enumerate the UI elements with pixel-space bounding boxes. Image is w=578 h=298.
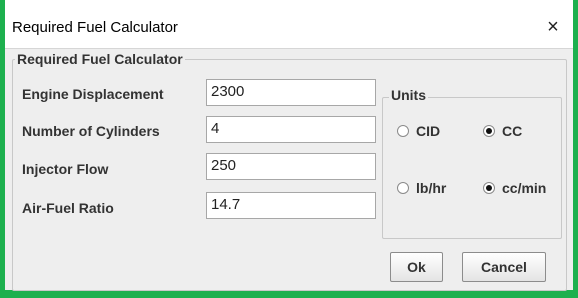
frame-top (0, 0, 578, 8)
fuel-calculator-group-title: Required Fuel Calculator (15, 51, 185, 67)
cid-label: CID (416, 123, 441, 139)
number-of-cylinders-label: Number of Cylinders (22, 123, 160, 139)
lbhr-radio-icon (397, 182, 409, 194)
cc-label: CC (502, 123, 523, 139)
cancel-button[interactable]: Cancel (462, 252, 546, 282)
ok-button[interactable]: Ok (390, 252, 443, 282)
ccmin-label: cc/min (502, 180, 547, 196)
cid-radio[interactable]: CID (397, 123, 440, 139)
engine-displacement-label: Engine Displacement (22, 86, 164, 102)
cid-radio-icon (397, 125, 409, 137)
window-title: Required Fuel Calculator (12, 19, 178, 36)
cc-radio-icon (483, 125, 495, 137)
frame-right (573, 0, 578, 298)
ccmin-radio[interactable]: cc/min (483, 180, 546, 196)
units-group-title: Units (389, 87, 428, 103)
cc-radio[interactable]: CC (483, 123, 522, 139)
engine-displacement-field[interactable]: 2300 (206, 79, 376, 106)
dialog-window: Required Fuel Calculator × Required Fuel… (5, 8, 573, 291)
close-icon[interactable]: × (539, 14, 567, 42)
frame-bottom (0, 290, 578, 298)
lbhr-label: lb/hr (416, 180, 447, 196)
units-group (382, 97, 562, 239)
air-fuel-ratio-label: Air-Fuel Ratio (22, 200, 114, 216)
injector-flow-label: Injector Flow (22, 161, 109, 177)
injector-flow-field[interactable]: 250 (206, 153, 376, 180)
air-fuel-ratio-field[interactable]: 14.7 (206, 192, 376, 219)
number-of-cylinders-field[interactable]: 4 (206, 116, 376, 143)
title-bar: Required Fuel Calculator × (5, 8, 573, 49)
lbhr-radio[interactable]: lb/hr (397, 180, 446, 196)
ccmin-radio-icon (483, 182, 495, 194)
